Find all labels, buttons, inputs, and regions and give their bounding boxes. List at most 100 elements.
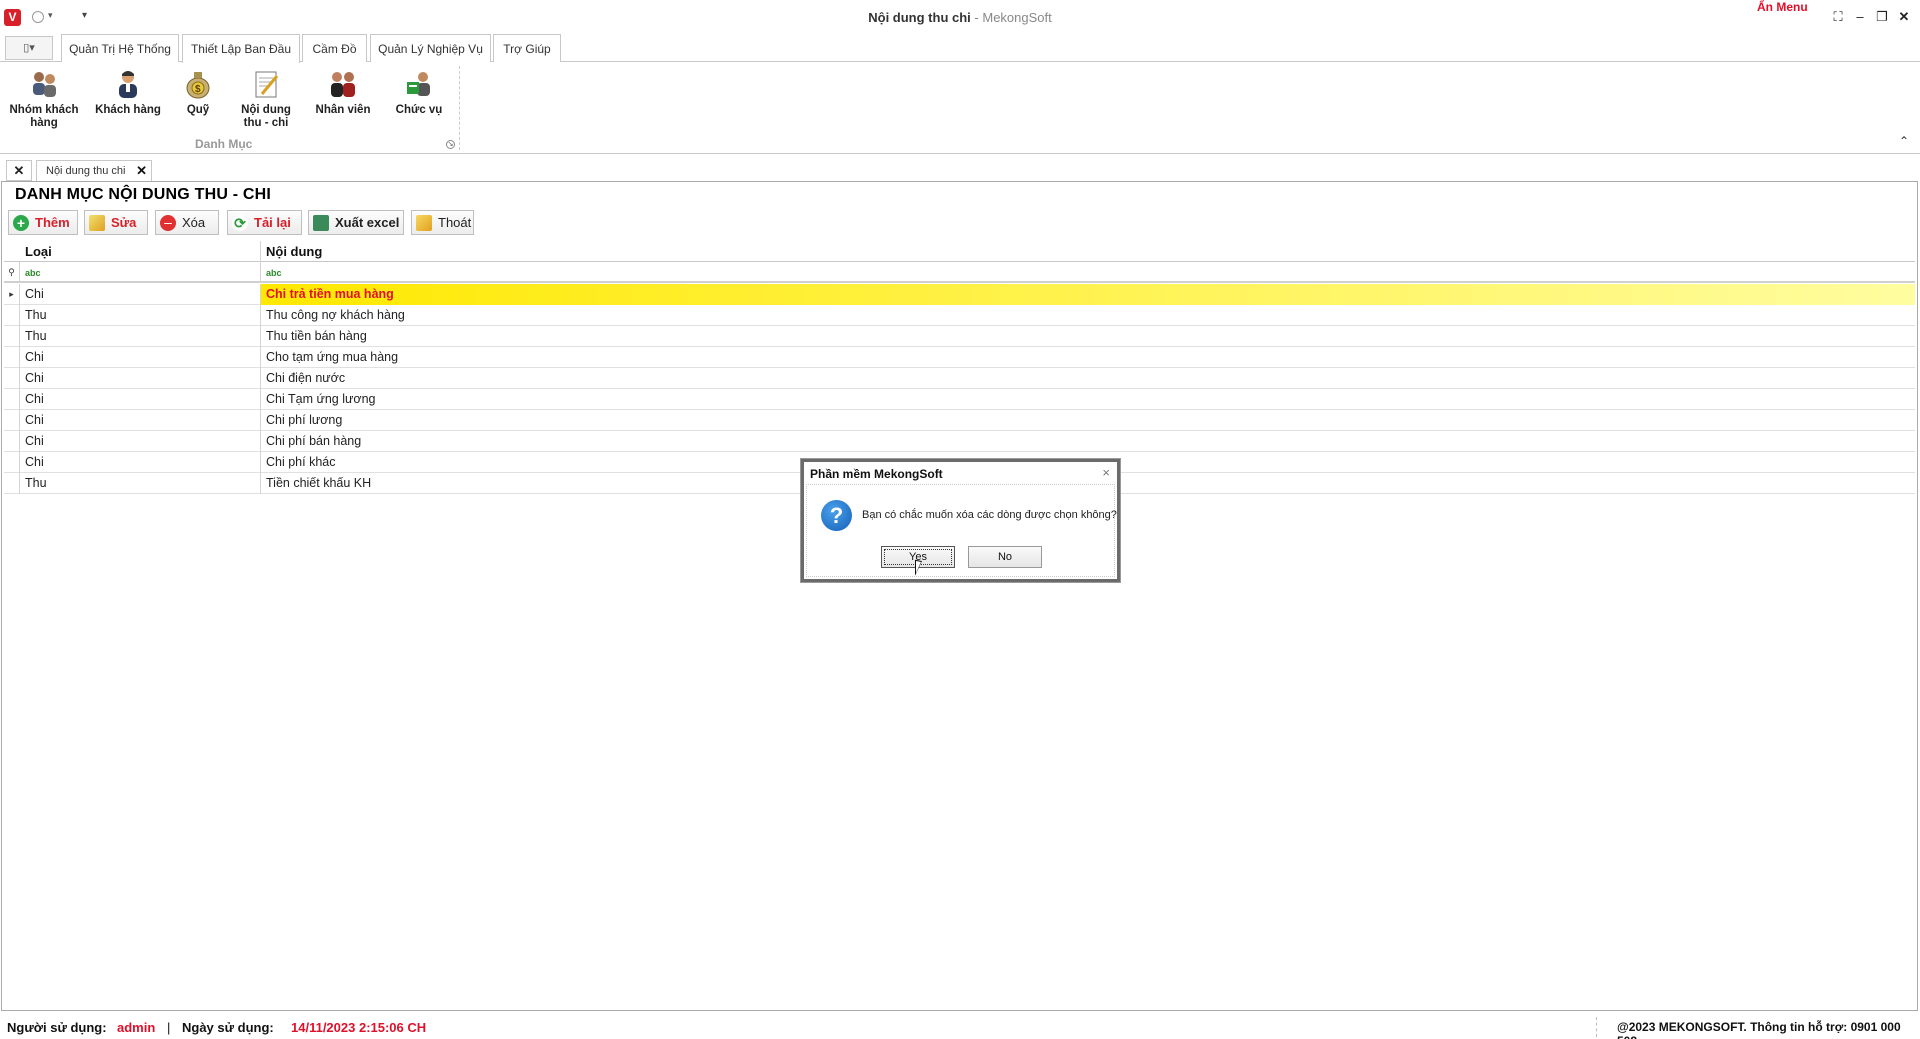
column-header-content[interactable]: Nội dung (260, 241, 1915, 262)
cell-type[interactable]: Thu (20, 473, 260, 494)
group-users-icon (28, 68, 60, 100)
ribbon-button-label: Nội dung thu - chi (241, 104, 291, 129)
date-value: 14/11/2023 2:15:06 CH (291, 1020, 427, 1035)
customer-icon (112, 68, 144, 100)
ribbon-button-chuc-vu[interactable]: Chức vụ (390, 66, 448, 117)
table-row[interactable]: Chi Chi phí bán hàng (4, 431, 1915, 452)
delete-button-label: Xóa (182, 215, 206, 230)
cell-content[interactable]: Chi phí bán hàng (260, 431, 1915, 452)
collapse-ribbon-icon[interactable]: ⌃ (1899, 134, 1909, 148)
window-title-separator: - (970, 10, 983, 25)
cell-content[interactable]: Chi trả tiền mua hàng (260, 284, 1915, 305)
no-button[interactable]: No (968, 546, 1042, 568)
dialog-close-icon[interactable]: × (1102, 465, 1110, 480)
table-row[interactable]: Thu Thu tiền bán hàng (4, 326, 1915, 347)
cell-type[interactable]: Chi (20, 389, 260, 410)
tab-tro-giup[interactable]: Trợ Giúp (493, 34, 561, 62)
delete-button[interactable]: – Xóa (155, 210, 219, 235)
ribbon-button-khach-hang[interactable]: Khách hàng (92, 66, 164, 117)
employees-icon (327, 68, 359, 100)
edit-button-label: Sửa (111, 215, 137, 230)
cell-content[interactable]: Thu tiền bán hàng (260, 326, 1915, 347)
ribbon-button-label: Chức vụ (395, 104, 443, 116)
status-bar: Người sử dụng: admin | Ngày sử dụng: 14/… (0, 1013, 1920, 1039)
row-indicator[interactable] (4, 347, 20, 368)
group-launcher-icon[interactable]: ↘ (446, 140, 455, 149)
cell-type[interactable]: Thu (20, 305, 260, 326)
minimize-icon[interactable]: – (1852, 9, 1868, 24)
filter-type-cell[interactable]: abc (20, 262, 260, 283)
tab-quan-tri-he-thong[interactable]: Quản Trị Hệ Thống (61, 34, 179, 62)
cell-type[interactable]: Chi (20, 347, 260, 368)
cell-content[interactable]: Cho tạm ứng mua hàng (260, 347, 1915, 368)
screenshot-icon[interactable]: ⛶ (1830, 9, 1846, 25)
cell-type[interactable]: Chi (20, 431, 260, 452)
filter-row-indicator-icon: ⚲ (4, 262, 20, 283)
user-value: admin (117, 1020, 156, 1035)
tab-thiet-lap-ban-dau[interactable]: Thiết Lập Ban Đầu (182, 34, 300, 63)
exit-button-label: Thoát (438, 215, 472, 230)
close-window-icon[interactable]: ✕ (1896, 9, 1912, 25)
row-indicator-arrow-icon[interactable]: ▸ (4, 284, 20, 305)
export-excel-button[interactable]: Xuất excel (308, 210, 404, 235)
cell-type[interactable]: Chi (20, 284, 260, 305)
app-menu-button[interactable]: ▯▾ (5, 36, 53, 60)
cell-content[interactable]: Chi điện nước (260, 368, 1915, 389)
table-row[interactable]: Chi Chi điện nước (4, 368, 1915, 389)
cell-content[interactable]: Chi Tạm ứng lương (260, 389, 1915, 410)
exit-button[interactable]: Thoát (411, 210, 474, 235)
delete-icon: – (160, 215, 176, 231)
window-title: Nội dung thu chi - MekongSoft (0, 10, 1920, 25)
ribbon-button-nhan-vien[interactable]: Nhân viên (312, 66, 374, 117)
cell-type[interactable]: Chi (20, 368, 260, 389)
close-all-tabs-icon[interactable]: ✕ (6, 160, 32, 181)
ribbon-button-label: Quỹ (186, 104, 210, 116)
table-row[interactable]: ▸ Chi Chi trả tiền mua hàng (4, 284, 1915, 305)
restore-icon[interactable]: ❐ (1874, 9, 1890, 25)
tab-cam-do[interactable]: Cầm Đồ (302, 34, 367, 62)
row-indicator[interactable] (4, 473, 20, 494)
close-tab-icon[interactable]: ✕ (136, 161, 147, 181)
row-indicator[interactable] (4, 431, 20, 452)
add-button-label: Thêm (35, 215, 70, 230)
document-tab-bar: ✕ Nội dung thu chi ✕ (0, 160, 1920, 181)
ribbon-button-quy[interactable]: $ Quỹ (178, 66, 218, 117)
row-indicator[interactable] (4, 410, 20, 431)
add-button[interactable]: + Thêm (8, 210, 78, 235)
grid-filter-row: ⚲ abc abc (4, 262, 1915, 283)
cell-content[interactable]: Chi phí lương (260, 410, 1915, 431)
cell-type[interactable]: Thu (20, 326, 260, 347)
row-indicator[interactable] (4, 368, 20, 389)
column-header-type[interactable]: Loại (20, 241, 260, 262)
row-indicator[interactable] (4, 326, 20, 347)
mouse-cursor-icon (915, 559, 929, 579)
row-indicator[interactable] (4, 452, 20, 473)
table-row[interactable]: Chi Chi Tạm ứng lương (4, 389, 1915, 410)
ribbon-button-nhom-khach-hang[interactable]: Nhóm khách hàng (4, 66, 84, 130)
doc-tab-noi-dung-thu-chi[interactable]: Nội dung thu chi ✕ (36, 160, 152, 181)
edit-button[interactable]: Sửa (84, 210, 148, 235)
table-row[interactable]: Chi Cho tạm ứng mua hàng (4, 347, 1915, 368)
cell-type[interactable]: Chi (20, 410, 260, 431)
hide-menu-link[interactable]: Ẩn Menu (1757, 0, 1808, 14)
table-row[interactable]: Thu Thu công nợ khách hàng (4, 305, 1915, 326)
ribbon-button-label: Nhân viên (315, 104, 371, 116)
reload-button[interactable]: ⟳ Tải lại (227, 210, 302, 235)
filter-content-cell[interactable]: abc (260, 262, 1915, 283)
window-title-text: Nội dung thu chi (868, 10, 971, 25)
cell-content[interactable]: Thu công nợ khách hàng (260, 305, 1915, 326)
confirm-dialog: Phần mềm MekongSoft × ? Bạn có chắc muốn… (801, 459, 1120, 582)
row-indicator[interactable] (4, 305, 20, 326)
title-bar: V ▾ ▾ Nội dung thu chi - MekongSoft Ẩn M… (0, 0, 1920, 34)
dialog-body (806, 484, 1115, 577)
tab-quan-ly-nghiep-vu[interactable]: Quản Lý Nghiệp Vụ (370, 34, 491, 62)
dialog-message: Bạn có chắc muốn xóa các dòng được chọn … (862, 509, 1117, 521)
table-row[interactable]: Chi Chi phí lương (4, 410, 1915, 431)
main-panel: DANH MỤC NỘI DUNG THU - CHI + Thêm Sửa –… (1, 181, 1918, 1011)
row-indicator[interactable] (4, 389, 20, 410)
ribbon-button-noi-dung-thu-chi[interactable]: Nội dung thu - chi (235, 66, 297, 130)
reload-button-label: Tải lại (254, 215, 291, 230)
status-divider (1596, 1017, 1597, 1037)
cell-type[interactable]: Chi (20, 452, 260, 473)
edit-icon (89, 215, 105, 231)
